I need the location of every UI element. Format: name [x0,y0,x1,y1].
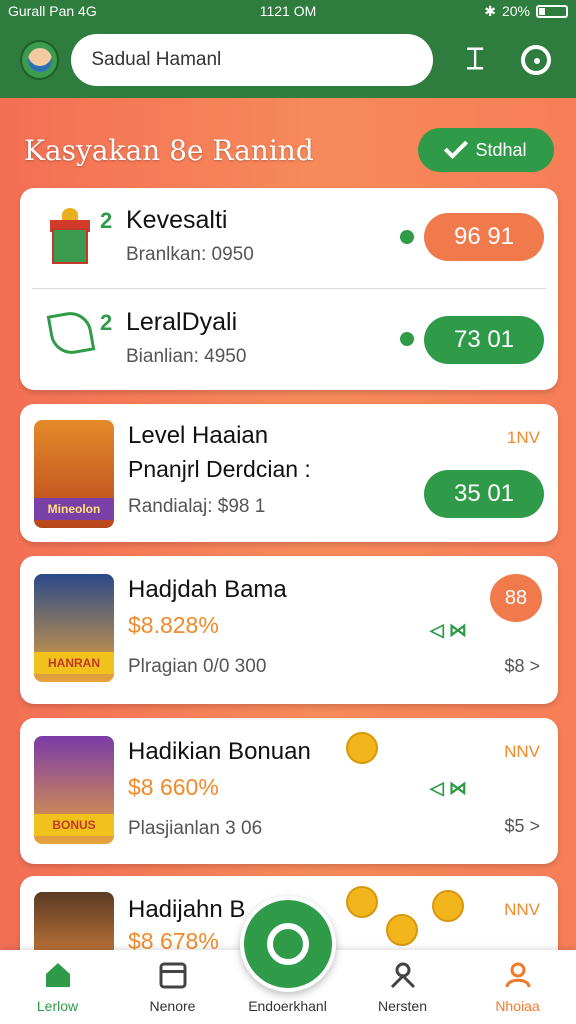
gift-icon [50,208,90,264]
search-input[interactable]: Sadual Hamanl [71,34,434,86]
section-header: Kasyakan 8e Ranind Stdhal [24,128,554,172]
status-dot-icon [400,332,414,346]
settings-icon [521,45,552,75]
promo-amount: $8.828% [128,612,219,638]
promo-subtitle: Pnanjrl Derdcian : [128,456,311,482]
nav-label: Lerlow [36,998,79,1014]
promo-link[interactable]: $8 > [504,656,540,677]
level-name: LeralDyali [126,308,238,336]
swap-arrows-icon: ◁ ⋈ [430,620,467,640]
coin-icon [386,914,418,946]
promo-image-tag: HANRAN [34,652,114,674]
carrier-label: Gurall Pan 4G [8,3,97,19]
nav-label: Endoerkhanl [248,998,327,1014]
promo-image: BONUS [34,736,114,844]
settings-button[interactable] [517,40,556,80]
promo-title: Level Haaian [128,422,269,449]
avatar[interactable] [20,40,60,80]
promo-card[interactable]: HANRAN Hadjdah Bama $8.828% Plragian 0/0… [20,556,558,704]
promo-card[interactable]: BONUS Hadikian Bonuan $8 660% Plasjianla… [20,718,558,864]
app-bar: Sadual Hamanl ⌶ [0,22,576,98]
search-value: Sadual Hamanl [91,49,222,70]
coin-icon [346,886,378,918]
levels-card: 2 Kevesalti Branlkan: 0950 96 91 2 Leral… [20,188,558,390]
promo-title: Hadijahn B [128,896,246,923]
status-button-label: Stdhal [475,139,527,160]
gear-icon [267,923,309,965]
promo-image: HANRAN [34,574,114,682]
coin-icon [432,890,464,922]
battery-percent: 20% [501,3,531,19]
divider [32,288,546,289]
check-icon [444,134,469,160]
nav-network[interactable]: Nersten [345,950,460,1024]
level-value-button[interactable]: 73 01 [424,316,544,364]
status-bar: Gurall Pan 4G 1121 OM ✱ 20% [0,0,576,22]
level-value-button[interactable]: 96 91 [424,213,544,261]
coin-icon [346,732,378,764]
clock: 1121 OM [259,3,317,19]
promo-link[interactable]: $5 > [504,816,540,837]
level-number: 2 [100,310,113,335]
leaf-icon [46,308,96,358]
promo-meta: Plasjianlan 3 06 [128,818,263,839]
section-title: Kasyakan 8e Ranind [24,133,314,167]
nav-label: Nhoiaa [495,998,540,1014]
avatar-face-icon [27,48,52,72]
promo-tag: NNV [504,900,540,919]
profile-icon [505,962,530,988]
nav-label: Nenore [149,998,196,1014]
home-icon [45,963,70,987]
level-row[interactable]: 2 LeralDyali Bianlian: 4950 73 01 [20,290,558,390]
promo-badge[interactable]: 88 [490,574,542,622]
nav-label: Nersten [377,998,428,1014]
level-subtitle: Branlkan: 0950 [126,244,254,265]
promo-title: Hadjdah Bama [128,576,287,603]
nav-profile[interactable]: Nhoiaa [460,950,575,1024]
promo-card[interactable]: Mineolon Level Haaian Pnanjrl Derdcian :… [20,404,558,542]
promo-amount: $8 660% [128,774,219,800]
level-name: Kevesalti [126,206,228,234]
level-subtitle: Bianlian: 4950 [126,346,247,367]
level-row[interactable]: 2 Kevesalti Branlkan: 0950 96 91 [20,188,558,289]
promo-tag: 1NV [506,428,540,447]
promo-image-tag: Mineolon [34,498,114,520]
network-icon [390,962,415,989]
center-action-button[interactable] [240,896,336,992]
nav-store[interactable]: Nenore [115,950,230,1024]
swap-arrows-icon: ◁ ⋈ [430,778,467,798]
promo-image: Mineolon [34,420,114,528]
level-number: 2 [100,208,113,233]
status-dot-icon [400,230,414,244]
status-button[interactable]: Stdhal [418,128,554,172]
bluetooth-icon: ✱ [484,2,496,19]
nav-home[interactable]: Lerlow [0,950,115,1024]
promo-title: Hadikian Bonuan [128,738,311,765]
promo-tag: NNV [504,742,540,761]
battery-icon [536,4,569,18]
store-icon [159,962,186,989]
filter-icon[interactable]: ⌶ [455,40,494,80]
promo-image-tag: BONUS [34,814,114,836]
promo-value-button[interactable]: 35 01 [424,470,544,518]
promo-meta: Randialaj: $98 1 [128,496,266,517]
promo-meta: Plragian 0/0 300 [128,656,267,677]
status-icons: ✱ 20% [381,2,569,20]
